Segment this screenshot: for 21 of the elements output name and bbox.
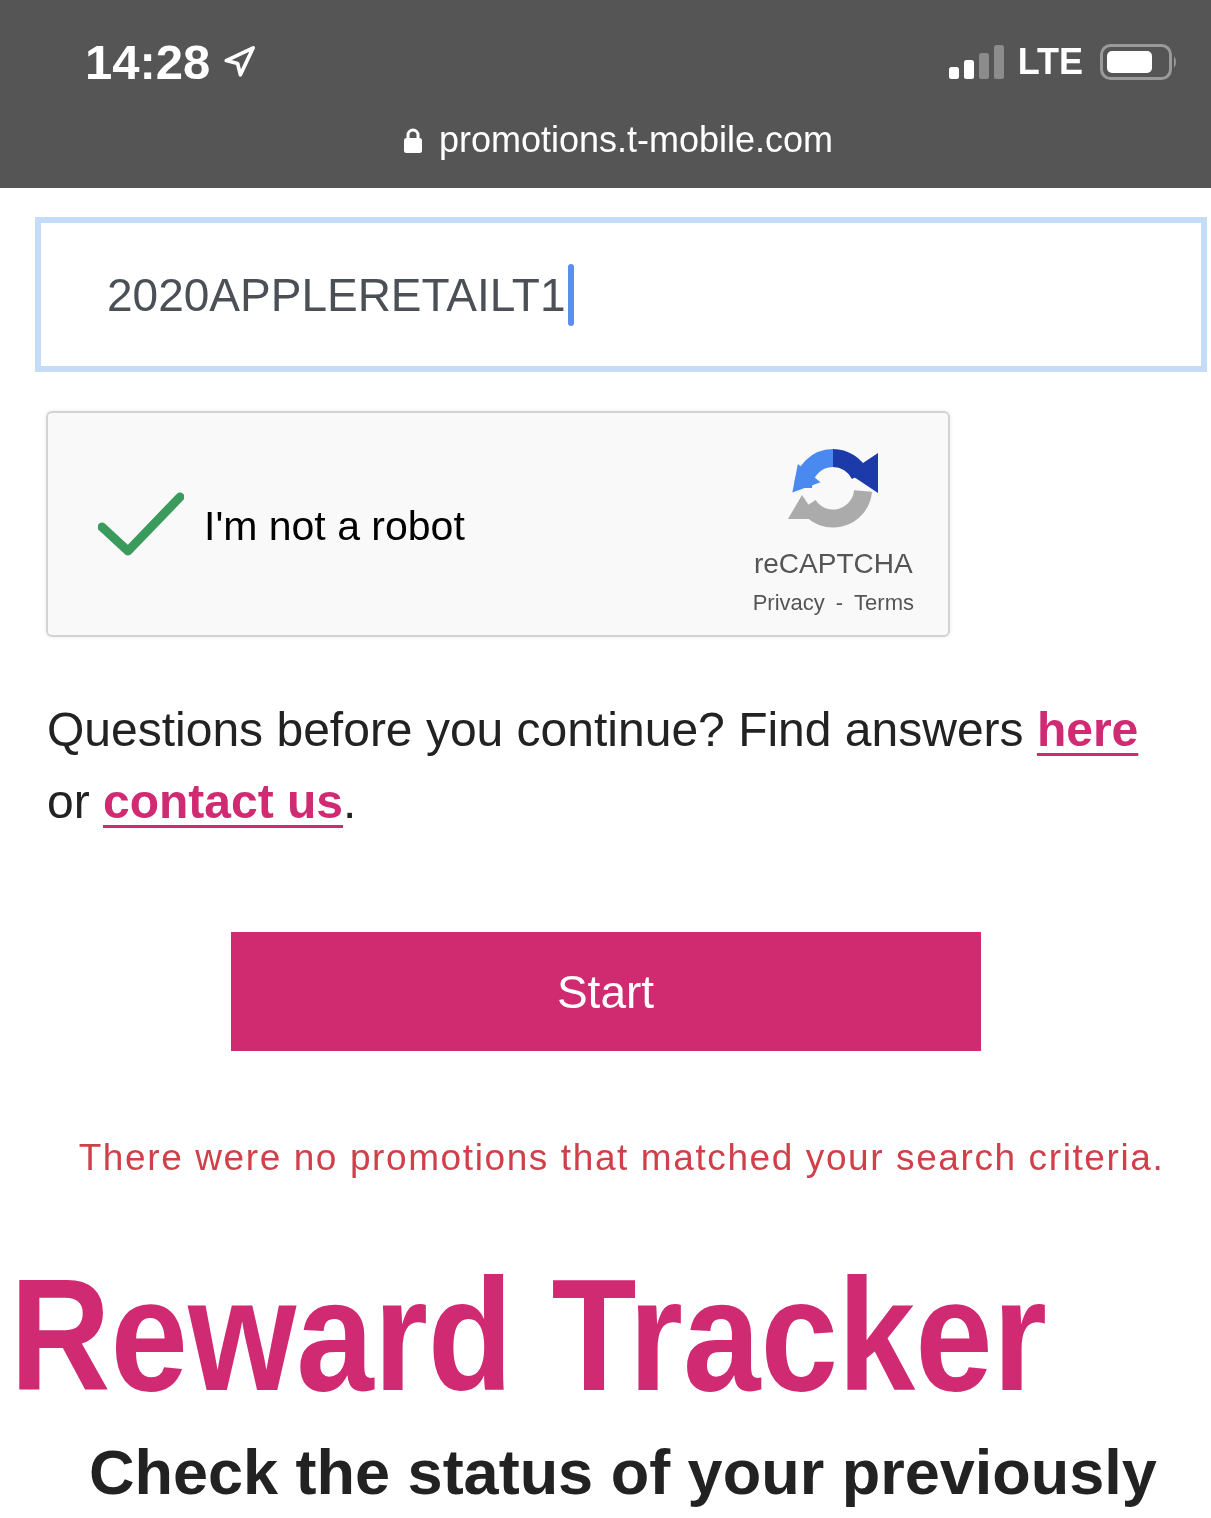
battery-icon	[1100, 44, 1178, 80]
network-type: LTE	[1017, 44, 1083, 80]
signal-icon	[948, 45, 1004, 79]
status-time: 14:28	[85, 37, 211, 87]
promo-code-field[interactable]: 2020APPLERETAILT1	[35, 217, 1207, 372]
lock-icon	[403, 127, 422, 153]
captcha-brand: reCAPTCHA	[753, 549, 913, 578]
text-link[interactable]: contact us	[103, 775, 344, 828]
help-text: Questions before you continue? Find answers here or contact us.	[46, 702, 1140, 830]
url-text[interactable]: promotions.t-mobile.com	[438, 122, 834, 158]
text-link[interactable]: here	[1036, 703, 1139, 756]
captcha-link[interactable]: Privacy	[752, 591, 825, 614]
start-button[interactable]: Start	[230, 932, 981, 1051]
captcha-link[interactable]: Terms	[854, 591, 914, 614]
text-cursor-icon	[567, 263, 574, 326]
section-title: Reward Tracker	[9, 1255, 1048, 1415]
location-arrow-icon	[222, 45, 257, 79]
link-separator: -	[835, 591, 844, 614]
check-icon[interactable]	[98, 491, 184, 557]
error-message: There were no promotions that matched your search criteria.	[77, 1136, 1166, 1180]
captcha-label: I'm not a robot	[204, 505, 465, 547]
